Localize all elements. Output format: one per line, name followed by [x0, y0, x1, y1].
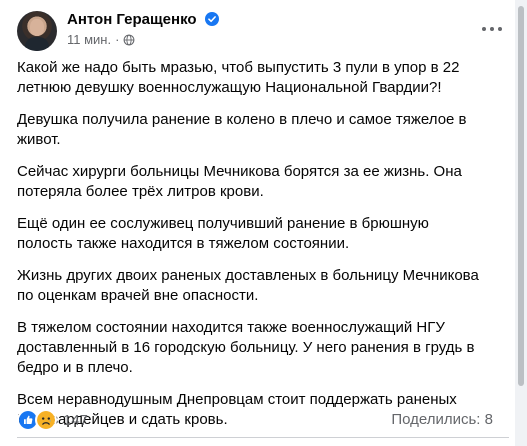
- author-name[interactable]: Антон Геращенко: [67, 11, 197, 28]
- footer-divider: [17, 437, 509, 438]
- post-paragraph: Девушка получила ранение в колено в плеч…: [17, 111, 467, 148]
- reactions-summary[interactable]: 147: [17, 409, 88, 431]
- sad-reaction-icon: [35, 409, 57, 431]
- post-paragraph: В тяжелом состоянии находится также воен…: [17, 319, 475, 376]
- more-options-icon[interactable]: [477, 14, 507, 44]
- post-meta: 11 мин. ·: [67, 32, 135, 48]
- reaction-count: 147: [63, 411, 89, 429]
- verified-badge-icon: [205, 12, 220, 26]
- meta-separator: ·: [115, 32, 120, 47]
- globe-icon[interactable]: [123, 34, 135, 46]
- post-header: Антон Геращенко 11 мин. ·: [17, 11, 517, 51]
- shares-count-link[interactable]: Поделились: 8: [391, 411, 493, 428]
- post-paragraph: Ещё один ее сослуживец получивший ранени…: [17, 215, 429, 252]
- author-row: Антон Геращенко: [67, 11, 220, 31]
- post-paragraph: Сейчас хирурги больницы Мечникова борятс…: [17, 163, 462, 200]
- post-paragraph: Жизнь других двоих раненых доставленых в…: [17, 267, 479, 304]
- post-timestamp[interactable]: 11 мин.: [67, 32, 111, 47]
- scrollbar[interactable]: [515, 0, 527, 446]
- post-paragraph: Какой же надо быть мразью, чтоб выпустит…: [17, 59, 460, 96]
- scrollbar-thumb[interactable]: [518, 6, 524, 386]
- post-text: Какой же надо быть мразью, чтоб выпустит…: [17, 58, 487, 442]
- author-avatar[interactable]: [17, 11, 57, 51]
- post-footer: 147 Поделились: 8: [17, 409, 513, 431]
- facebook-post: Антон Геращенко 11 мин. · Какой же надо б…: [0, 0, 527, 446]
